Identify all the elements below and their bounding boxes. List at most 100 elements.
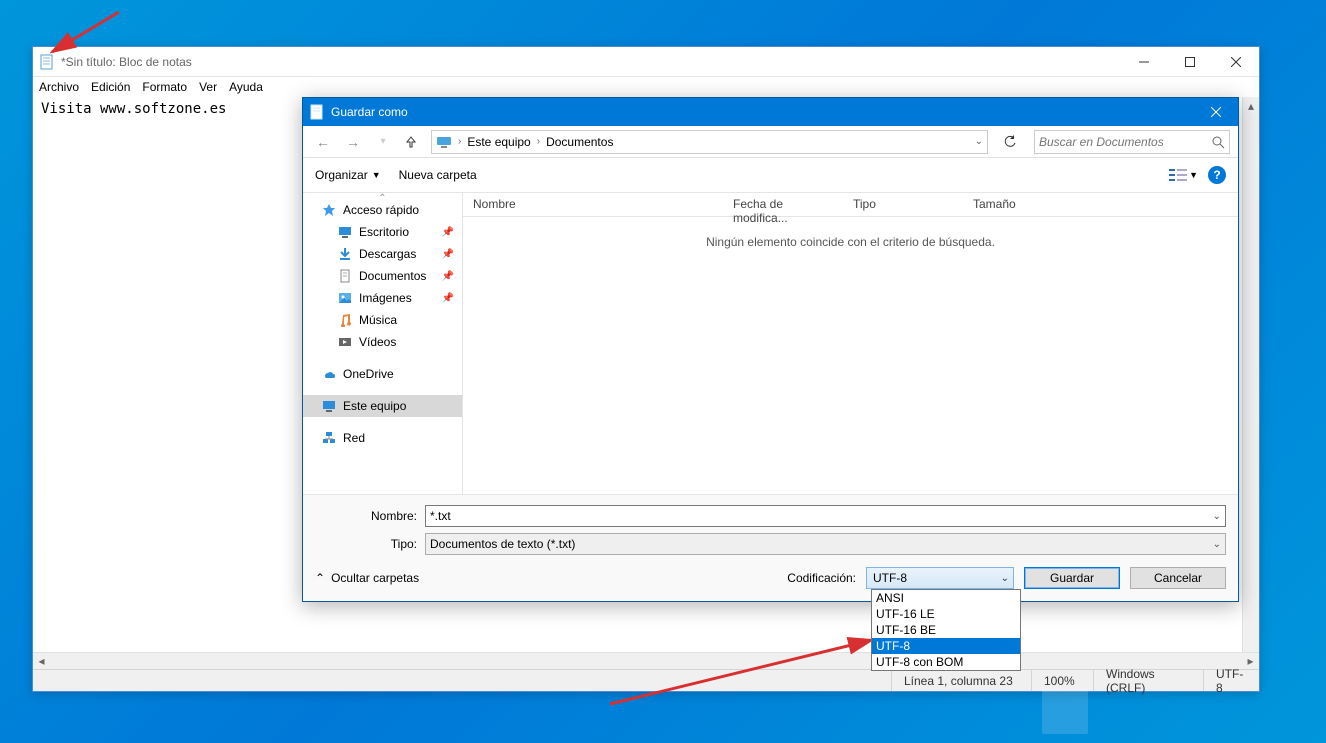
pc-icon	[321, 398, 337, 414]
pictures-icon	[337, 290, 353, 306]
chevron-down-icon[interactable]: ⌄	[1213, 539, 1221, 550]
filename-input[interactable]: *.txt ⌄	[425, 505, 1226, 527]
scroll-up-arrow[interactable]: ▴	[1243, 97, 1259, 114]
chevron-down-icon[interactable]: ⌄	[1213, 511, 1221, 522]
status-position: Línea 1, columna 23	[891, 670, 1031, 691]
notepad-titlebar[interactable]: *Sin título: Bloc de notas	[33, 47, 1259, 77]
search-icon[interactable]	[1211, 135, 1225, 149]
filename-label: Nombre:	[315, 509, 425, 523]
notepad-icon	[39, 54, 55, 70]
col-date[interactable]: Fecha de modifica...	[723, 193, 843, 216]
tree-quickaccess[interactable]: Acceso rápido	[303, 199, 462, 221]
pin-icon: 📌	[442, 249, 454, 260]
dialog-notepad-icon	[309, 104, 325, 120]
organize-button[interactable]: Organizar ▼	[315, 168, 381, 182]
encoding-option-utf16le[interactable]: UTF-16 LE	[872, 606, 1020, 622]
tree-onedrive[interactable]: OneDrive	[303, 363, 462, 385]
recent-dropdown[interactable]: ▾	[371, 130, 395, 154]
chevron-right-icon[interactable]: ›	[535, 136, 542, 147]
tree-thispc[interactable]: Este equipo	[303, 395, 462, 417]
chevron-down-icon[interactable]: ⌄	[975, 136, 983, 147]
menu-format[interactable]: Formato	[142, 80, 187, 94]
tree-documents[interactable]: Documentos 📌	[303, 265, 462, 287]
pin-icon: 📌	[442, 271, 454, 282]
back-button[interactable]: ←	[311, 130, 335, 154]
menu-edit[interactable]: Edición	[91, 80, 130, 94]
status-eol: Windows (CRLF)	[1093, 670, 1203, 691]
dialog-bottom: Nombre: *.txt ⌄ Tipo: Documentos de text…	[303, 495, 1238, 601]
breadcrumb[interactable]: › Este equipo › Documentos ⌄	[431, 130, 988, 154]
cancel-button[interactable]: Cancelar	[1130, 567, 1226, 589]
encoding-label: Codificación:	[787, 571, 856, 585]
dialog-titlebar[interactable]: Guardar como	[303, 98, 1238, 126]
encoding-option-utf8[interactable]: UTF-8	[872, 638, 1020, 654]
file-list-headers[interactable]: Nombre Fecha de modifica... Tipo Tamaño	[463, 193, 1238, 217]
network-icon	[321, 430, 337, 446]
scrollbar-horizontal[interactable]: ◂ ▸	[33, 652, 1259, 669]
breadcrumb-root[interactable]: Este equipo	[463, 135, 534, 149]
help-button[interactable]: ?	[1208, 166, 1226, 184]
close-button[interactable]	[1213, 47, 1259, 77]
newfolder-button[interactable]: Nueva carpeta	[399, 168, 477, 182]
col-size[interactable]: Tamaño	[963, 193, 1043, 216]
save-as-dialog: Guardar como ← → ▾ › Este equipo › Docum…	[302, 97, 1239, 602]
onedrive-icon	[321, 366, 337, 382]
download-icon	[337, 246, 353, 262]
up-button[interactable]	[401, 132, 421, 152]
pin-icon: 📌	[442, 293, 454, 304]
encoding-option-ansi[interactable]: ANSI	[872, 590, 1020, 606]
refresh-button[interactable]	[998, 130, 1022, 154]
star-icon	[321, 202, 337, 218]
minimize-button[interactable]	[1121, 47, 1167, 77]
maximize-button[interactable]	[1167, 47, 1213, 77]
file-list[interactable]: Nombre Fecha de modifica... Tipo Tamaño …	[463, 193, 1238, 494]
chevron-down-icon[interactable]: ⌄	[1001, 573, 1009, 584]
scroll-left-arrow[interactable]: ◂	[33, 653, 50, 669]
empty-message: Ningún elemento coincide con el criterio…	[463, 235, 1238, 249]
document-icon	[337, 268, 353, 284]
hide-folders-link[interactable]: ⌃ Ocultar carpetas	[315, 571, 419, 585]
filetype-select[interactable]: Documentos de texto (*.txt) ⌄	[425, 533, 1226, 555]
menu-help[interactable]: Ayuda	[229, 80, 263, 94]
forward-button[interactable]: →	[341, 130, 365, 154]
breadcrumb-current[interactable]: Documentos	[542, 135, 617, 149]
notepad-title: *Sin título: Bloc de notas	[61, 55, 1121, 69]
chevron-down-icon: ▼	[372, 170, 381, 180]
col-type[interactable]: Tipo	[843, 193, 963, 216]
encoding-option-utf16be[interactable]: UTF-16 BE	[872, 622, 1020, 638]
navigation-tree[interactable]: ⌃ Acceso rápido Escritorio 📌 Descargas 📌…	[303, 193, 463, 494]
dialog-title: Guardar como	[331, 105, 1193, 119]
status-encoding: UTF-8	[1203, 670, 1259, 691]
tree-downloads[interactable]: Descargas 📌	[303, 243, 462, 265]
search-box[interactable]	[1034, 130, 1230, 154]
encoding-select[interactable]: UTF-8 ⌄	[866, 567, 1014, 589]
search-input[interactable]	[1039, 135, 1211, 149]
dialog-toolbar: Organizar ▼ Nueva carpeta ▼ ?	[303, 158, 1238, 192]
tree-videos[interactable]: Vídeos	[303, 331, 462, 353]
menu-file[interactable]: Archivo	[39, 80, 79, 94]
tree-music[interactable]: Música	[303, 309, 462, 331]
pin-icon: 📌	[442, 227, 454, 238]
tree-desktop[interactable]: Escritorio 📌	[303, 221, 462, 243]
tree-network[interactable]: Red	[303, 427, 462, 449]
taskbar-ghost	[1042, 688, 1088, 734]
video-icon	[337, 334, 353, 350]
scrollbar-vertical[interactable]: ▴	[1242, 97, 1259, 652]
filetype-label: Tipo:	[315, 537, 425, 551]
dialog-nav: ← → ▾ › Este equipo › Documentos ⌄	[303, 126, 1238, 158]
music-icon	[337, 312, 353, 328]
save-button[interactable]: Guardar	[1024, 567, 1120, 589]
tree-pictures[interactable]: Imágenes 📌	[303, 287, 462, 309]
dialog-close-button[interactable]	[1193, 98, 1238, 126]
notepad-menubar: Archivo Edición Formato Ver Ayuda	[33, 77, 1259, 97]
encoding-option-utf8bom[interactable]: UTF-8 con BOM	[872, 654, 1020, 670]
chevron-up-icon: ⌃	[315, 571, 325, 585]
desktop-icon	[337, 224, 353, 240]
pc-icon	[436, 134, 452, 150]
menu-view[interactable]: Ver	[199, 80, 217, 94]
encoding-dropdown[interactable]: ANSI UTF-16 LE UTF-16 BE UTF-8 UTF-8 con…	[871, 589, 1021, 671]
chevron-right-icon[interactable]: ›	[456, 136, 463, 147]
chevron-down-icon: ▼	[1189, 170, 1198, 180]
view-button[interactable]: ▼	[1169, 168, 1198, 182]
col-name[interactable]: Nombre	[463, 193, 723, 216]
